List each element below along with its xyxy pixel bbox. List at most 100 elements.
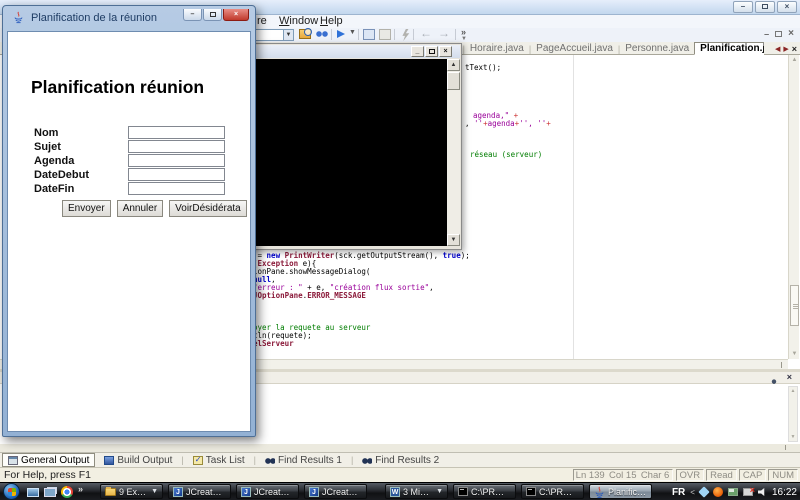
scroll-up-icon[interactable]: ▲ — [447, 59, 460, 71]
scrollbar-thumb[interactable] — [447, 72, 460, 90]
envoyer-button[interactable]: Envoyer — [62, 200, 111, 217]
taskbar-button-planificatio[interactable]: Planificatio... — [589, 484, 652, 499]
start-button[interactable] — [3, 483, 20, 500]
toolbar-separator — [331, 29, 332, 40]
system-tray: FR <16:22 — [672, 485, 797, 499]
network-icon[interactable] — [728, 488, 738, 496]
status-char: Char 6 — [641, 470, 670, 481]
run-dropdown-icon[interactable]: ▼ — [349, 29, 356, 36]
pin-icon[interactable] — [770, 374, 778, 382]
tab-task-list[interactable]: Task List — [188, 453, 250, 467]
form-row: Sujet — [34, 140, 242, 153]
scroll-down-icon[interactable]: ▼ — [789, 434, 797, 440]
chrome-icon[interactable] — [61, 486, 73, 498]
console-output[interactable] — [234, 59, 447, 246]
output-close-icon[interactable]: × — [787, 372, 792, 382]
back-arrow-icon[interactable]: ← — [420, 26, 432, 40]
taskbar-button-9-explorat[interactable]: 9 Explorat...▼ — [100, 484, 163, 499]
output-panel-footer — [0, 444, 800, 452]
tab-personne-java[interactable]: Personne.java — [625, 43, 689, 54]
tab-scroll-left-icon[interactable]: ◀ — [775, 45, 780, 53]
agent-icon[interactable] — [713, 487, 723, 497]
find-icon — [362, 456, 372, 465]
tab-close-icon[interactable]: × — [792, 44, 797, 54]
view-icon[interactable] — [316, 29, 328, 39]
field-label-sujet: Sujet — [34, 141, 61, 153]
annuler-button[interactable]: Annuler — [117, 200, 163, 217]
console-window: _ × ▲ ▼ — [230, 43, 462, 250]
scroll-down-icon[interactable]: ▼ — [789, 349, 800, 359]
indicator-read: Read — [706, 469, 737, 481]
editor-vertical-scrollbar[interactable]: ▲ ▼ — [788, 55, 799, 359]
tab-scroll-right-icon[interactable]: ▶ — [783, 45, 788, 53]
field-input-sujet[interactable] — [128, 140, 225, 153]
tab-find-results-2[interactable]: Find Results 2 — [357, 453, 444, 467]
taskbar-button-jcreator[interactable]: JJCreator - [... — [304, 484, 367, 499]
field-input-datedebut[interactable] — [128, 168, 225, 181]
jcreator-icon: J — [241, 487, 251, 497]
scroll-up-icon[interactable]: ▲ — [789, 55, 800, 65]
switch-windows-icon[interactable] — [44, 488, 56, 497]
field-input-nom[interactable] — [128, 126, 225, 139]
console-close-button[interactable]: × — [439, 46, 452, 57]
dialog-heading: Planification réunion — [31, 77, 204, 98]
taskbar-button-c-progra[interactable]: C:\PROGRA... — [453, 484, 516, 499]
field-input-datefin[interactable] — [128, 182, 225, 195]
dialog-close-button[interactable]: × — [223, 9, 249, 21]
tray-collapse-chevron[interactable]: < — [690, 488, 695, 497]
output-scrollbar[interactable]: ▲▼ — [788, 386, 798, 442]
close-button[interactable]: × — [777, 1, 797, 13]
language-indicator[interactable]: FR — [672, 487, 685, 498]
toolbar-combobox[interactable]: ▼ — [254, 29, 294, 41]
step-over-icon[interactable] — [379, 29, 391, 40]
dialog-minimize-button[interactable]: – — [183, 9, 202, 21]
console-scrollbar[interactable]: ▲ ▼ — [447, 59, 460, 246]
voirdesiderata-button[interactable]: VoirDésidérata — [169, 200, 247, 217]
margin-guide-line — [573, 55, 574, 359]
menu-item-help[interactable]: Help — [320, 15, 343, 28]
toolbar-separator — [413, 29, 414, 40]
mdi-minimize-button[interactable]: – — [764, 29, 769, 39]
show-desktop-icon[interactable] — [27, 488, 39, 497]
overflow-chevron-icon[interactable]: » — [78, 484, 83, 494]
tab-find-results-1[interactable]: Find Results 1 — [260, 453, 347, 467]
forward-arrow-icon[interactable]: → — [438, 26, 450, 40]
scroll-up-icon[interactable]: ▲ — [789, 388, 797, 394]
clock[interactable]: 16:22 — [772, 487, 797, 498]
taskbar-button-jcreator[interactable]: JJCreator - [... — [168, 484, 231, 499]
taskbar-button-c-progra[interactable]: C:\PROGRA... — [521, 484, 584, 499]
menu-item-window[interactable]: Window — [279, 15, 318, 28]
tab-build-output[interactable]: Build Output — [99, 453, 177, 467]
tab-horaire-java[interactable]: Horaire.java — [470, 43, 524, 54]
field-label-agenda: Agenda — [34, 155, 74, 167]
messenger-icon[interactable] — [698, 486, 709, 497]
network-offline-icon[interactable] — [743, 488, 753, 496]
volume-icon[interactable] — [758, 488, 767, 497]
dialog-maximize-button[interactable] — [203, 9, 222, 21]
mdi-restore-button[interactable] — [775, 31, 782, 37]
maximize-icon — [429, 49, 435, 54]
scroll-down-icon[interactable]: ▼ — [447, 234, 460, 246]
status-bar: For Help, press F1 Ln 139 Col 15 Char 6 … — [0, 467, 800, 482]
menu-item-re[interactable]: re — [257, 15, 267, 28]
step-icon[interactable] — [363, 29, 375, 40]
maximize-icon — [210, 12, 216, 17]
overflow-chevron-icon[interactable]: »▼ — [461, 27, 467, 41]
run-icon[interactable] — [337, 30, 345, 38]
console-maximize-button[interactable] — [425, 46, 438, 57]
dialog-titlebar[interactable]: Planification de la réunion – × — [7, 9, 251, 29]
field-input-agenda[interactable] — [128, 154, 225, 167]
taskbar-button-jcreator[interactable]: JJCreator - [... — [236, 484, 299, 499]
console-titlebar[interactable]: _ × — [232, 45, 460, 58]
mdi-close-button[interactable]: × — [788, 28, 794, 39]
console-minimize-button[interactable]: _ — [411, 46, 424, 57]
minimize-button[interactable]: – — [733, 1, 753, 13]
taskbar-button-3-microso[interactable]: W3 Microso...▼ — [385, 484, 448, 499]
tab-pageaccueil-java[interactable]: PageAccueil.java — [536, 43, 613, 54]
find-in-files-icon[interactable] — [299, 29, 311, 39]
restore-button[interactable] — [755, 1, 775, 13]
tab-planification-java[interactable]: Planification.java — [694, 42, 764, 55]
dialog-content: Planification réunion NomSujetAgendaDate… — [7, 31, 251, 432]
scrollbar-thumb[interactable] — [790, 285, 799, 326]
tab-general-output[interactable]: General Output — [2, 453, 95, 467]
